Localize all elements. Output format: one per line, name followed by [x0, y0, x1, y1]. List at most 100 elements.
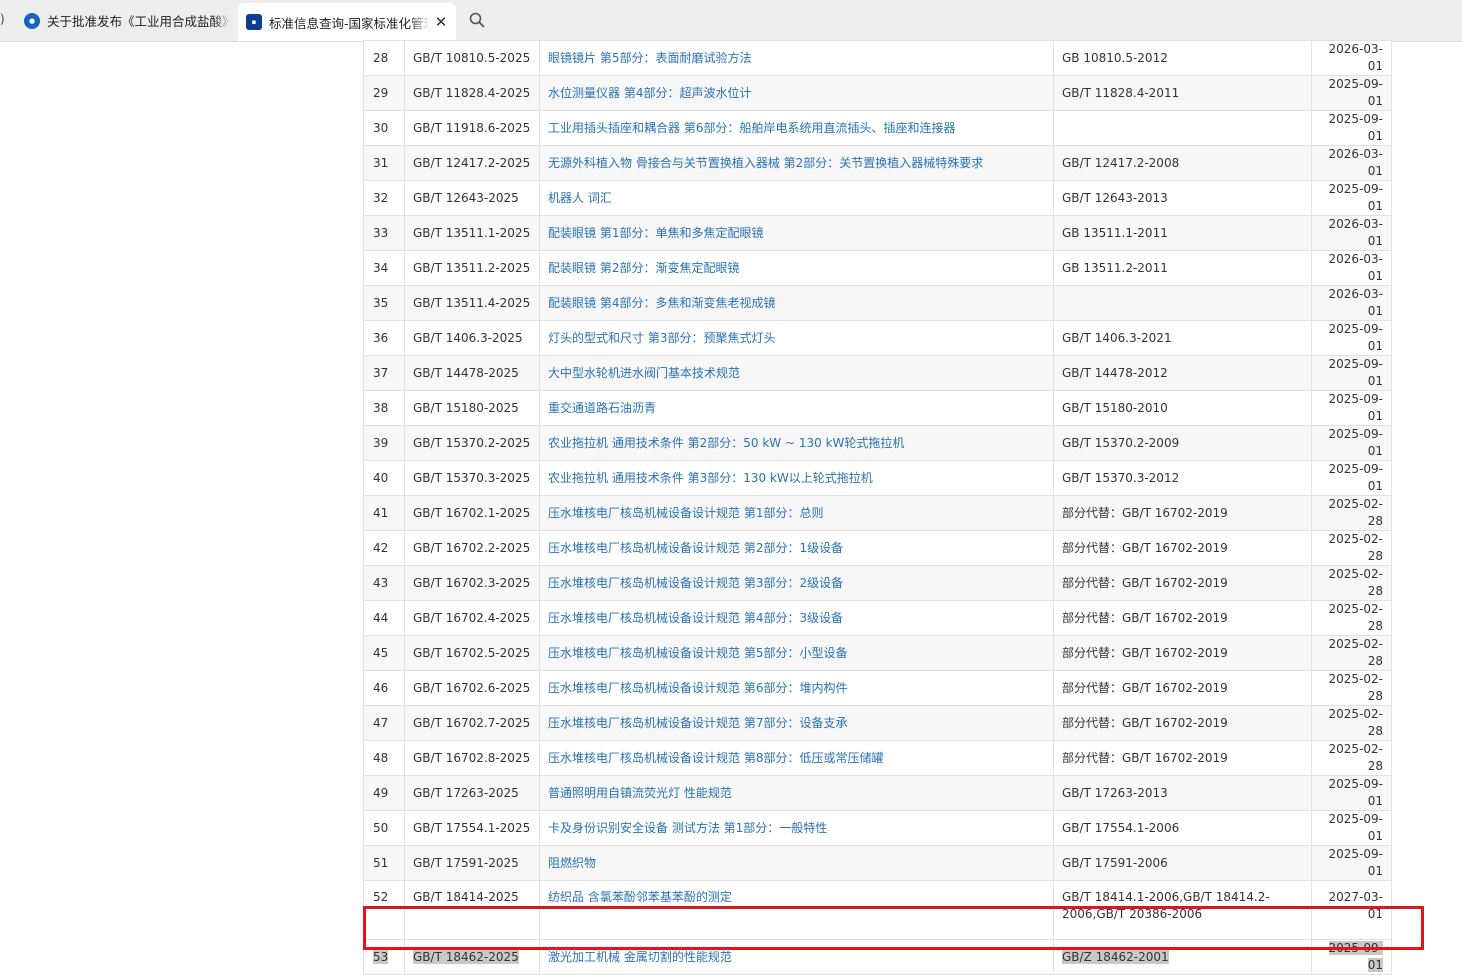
implementation-date-text: 2025-09-01	[1328, 812, 1383, 843]
standard-name-link-text[interactable]: 卡及身份识别安全设备 测试方法 第1部分：一般特性	[548, 821, 827, 835]
implementation-date-text: 2025-02-28	[1328, 497, 1383, 528]
implementation-date-text: 2025-09-01	[1328, 427, 1383, 458]
implementation-date: 2026-03-01	[1311, 250, 1392, 286]
replaced-standard-text: GB/T 12417.2-2008	[1062, 155, 1180, 170]
standard-name-link-text[interactable]: 重交通道路石油沥青	[548, 401, 656, 415]
standard-name-link-text[interactable]: 无源外科植入物 骨接合与关节置换植入器械 第2部分：关节置换植入器械特殊要求	[548, 156, 983, 170]
implementation-date: 2025-09-01	[1311, 110, 1392, 146]
row-number: 38	[363, 390, 405, 426]
row-number-text: 50	[373, 820, 389, 835]
replaced-standard: GB/T 17591-2006	[1053, 845, 1312, 881]
implementation-date: 2026-03-01	[1311, 285, 1392, 321]
standard-name-link-text[interactable]: 配装眼镜 第4部分：多焦和渐变焦老视成镜	[548, 296, 775, 310]
row-number-text: 34	[373, 260, 389, 275]
standard-code: GB/T 12643-2025	[404, 180, 540, 216]
standard-code-text: GB/T 16702.1-2025	[413, 505, 531, 520]
table-row: 35 GB/T 13511.4-2025 配装眼镜 第4部分：多焦和渐变焦老视成镜 2…	[363, 285, 1392, 321]
implementation-date: 2025-02-28	[1311, 670, 1392, 706]
search-icon[interactable]	[467, 10, 487, 30]
standard-name-link: 大中型水轮机进水阀门基本技术规范	[539, 355, 1054, 391]
implementation-date: 2026-03-01	[1311, 40, 1392, 76]
standard-name-link: 压水堆核电厂核岛机械设备设计规范 第7部分：设备支承	[539, 705, 1054, 741]
standard-code: GB/T 11828.4-2025	[404, 75, 540, 111]
table-row: 29 GB/T 11828.4-2025 水位测量仪器 第4部分：超声波水位计 GB/…	[363, 75, 1392, 111]
row-number: 34	[363, 250, 405, 286]
replaced-standard: GB/T 18414.1-2006,GB/T 18414.2-2006,GB/T…	[1053, 880, 1312, 940]
row-number-text: 48	[373, 750, 389, 765]
standard-code-text: GB/T 13511.1-2025	[413, 225, 531, 240]
standard-name-link-text[interactable]: 压水堆核电厂核岛机械设备设计规范 第4部分：3级设备	[548, 611, 843, 625]
standard-code: GB/T 18462-2025	[404, 939, 540, 975]
replaced-standard-text: GB/T 18414.1-2006,GB/T 18414.2-2006,GB/T…	[1062, 890, 1270, 921]
standard-name-link: 无源外科植入物 骨接合与关节置换植入器械 第2部分：关节置换植入器械特殊要求	[539, 145, 1054, 181]
standard-name-link-text[interactable]: 压水堆核电厂核岛机械设备设计规范 第7部分：设备支承	[548, 716, 847, 730]
tab-title: 关于批准发布《工业用合成盐酸》等	[47, 14, 232, 29]
standard-code-text: GB/T 17554.1-2025	[413, 820, 531, 835]
table-row: 46 GB/T 16702.6-2025 压水堆核电厂核岛机械设备设计规范 第6部分…	[363, 670, 1392, 706]
table-row: 40 GB/T 15370.3-2025 农业拖拉机 通用技术条件 第3部分：130…	[363, 460, 1392, 496]
previous-tab-edge[interactable]: )	[0, 12, 5, 26]
standard-name-link-text[interactable]: 压水堆核电厂核岛机械设备设计规范 第3部分：2级设备	[548, 576, 843, 590]
standard-name-link: 机器人 词汇	[539, 180, 1054, 216]
table-row: 32 GB/T 12643-2025 机器人 词汇 GB/T 12643-2013 20…	[363, 180, 1392, 216]
standard-name-link-text[interactable]: 普通照明用自镇流荧光灯 性能规范	[548, 786, 732, 800]
standard-name-link-text[interactable]: 压水堆核电厂核岛机械设备设计规范 第8部分：低压或常压储罐	[548, 751, 883, 765]
standard-name-link: 压水堆核电厂核岛机械设备设计规范 第2部分：1级设备	[539, 530, 1054, 566]
standard-name-link-text[interactable]: 眼镜镜片 第5部分：表面耐磨试验方法	[548, 51, 751, 65]
table-row: 47 GB/T 16702.7-2025 压水堆核电厂核岛机械设备设计规范 第7部分…	[363, 705, 1392, 741]
row-number-text: 44	[373, 610, 389, 625]
standard-code: GB/T 16702.1-2025	[404, 495, 540, 531]
standard-code: GB/T 11918.6-2025	[404, 110, 540, 146]
standard-name-link-text[interactable]: 配装眼镜 第2部分：渐变焦定配眼镜	[548, 261, 739, 275]
replaced-standard-text: GB/T 12643-2013	[1062, 190, 1168, 205]
standard-name-link-text[interactable]: 大中型水轮机进水阀门基本技术规范	[548, 366, 740, 380]
standard-name-link-text[interactable]: 工业用插头插座和耦合器 第6部分：船舶岸电系统用直流插头、插座和连接器	[548, 121, 955, 135]
replaced-standard-text: 部分代替：GB/T 16702-2019	[1062, 645, 1228, 660]
implementation-date-text: 2026-03-01	[1328, 252, 1383, 283]
implementation-date-text: 2026-03-01	[1328, 42, 1383, 73]
close-icon[interactable]: ✕	[430, 13, 452, 31]
replaced-standard: 部分代替：GB/T 16702-2019	[1053, 495, 1312, 531]
standard-name-link-text[interactable]: 阻燃织物	[548, 856, 596, 870]
standard-code-text: GB/T 15370.2-2025	[413, 435, 531, 450]
standard-code: GB/T 13511.2-2025	[404, 250, 540, 286]
row-number: 46	[363, 670, 405, 706]
standard-name-link-text[interactable]: 水位测量仪器 第4部分：超声波水位计	[548, 86, 751, 100]
row-number: 47	[363, 705, 405, 741]
standard-name-link: 压水堆核电厂核岛机械设备设计规范 第3部分：2级设备	[539, 565, 1054, 601]
row-number-text: 46	[373, 680, 389, 695]
implementation-date-text: 2025-09-01	[1328, 847, 1383, 878]
standard-name-link-text[interactable]: 压水堆核电厂核岛机械设备设计规范 第6部分：堆内构件	[548, 681, 847, 695]
tab-standard-announcement[interactable]: ● 关于批准发布《工业用合成盐酸》等	[16, 0, 232, 41]
standard-name-link-text[interactable]: 配装眼镜 第1部分：单焦和多焦定配眼镜	[548, 226, 763, 240]
standard-name-link-text[interactable]: 压水堆核电厂核岛机械设备设计规范 第5部分：小型设备	[548, 646, 847, 660]
standard-code-text: GB/T 14478-2025	[413, 365, 519, 380]
standard-name-link-text[interactable]: 农业拖拉机 通用技术条件 第3部分：130 kW以上轮式拖拉机	[548, 471, 873, 485]
row-number: 40	[363, 460, 405, 496]
standard-code: GB/T 12417.2-2025	[404, 145, 540, 181]
replaced-standard-text: 部分代替：GB/T 16702-2019	[1062, 750, 1228, 765]
implementation-date: 2026-03-01	[1311, 145, 1392, 181]
row-number: 32	[363, 180, 405, 216]
row-number: 31	[363, 145, 405, 181]
standard-code: GB/T 16702.3-2025	[404, 565, 540, 601]
implementation-date: 2025-09-01	[1311, 425, 1392, 461]
table-row: 31 GB/T 12417.2-2025 无源外科植入物 骨接合与关节置换植入器械 …	[363, 145, 1392, 181]
implementation-date: 2025-09-01	[1311, 390, 1392, 426]
tab-standard-query[interactable]: ▪ 标准信息查询-国家标准化管理委员会 ✕	[238, 3, 456, 41]
replaced-standard-text: 部分代替：GB/T 16702-2019	[1062, 505, 1228, 520]
standard-name-link-text[interactable]: 灯头的型式和尺寸 第3部分：预聚焦式灯头	[548, 331, 775, 345]
row-number-text: 31	[373, 155, 389, 170]
standard-name-link-text[interactable]: 激光加工机械 金属切割的性能规范	[548, 950, 732, 964]
row-number: 50	[363, 810, 405, 846]
implementation-date-text: 2025-02-28	[1328, 672, 1383, 703]
standard-name-link-text[interactable]: 机器人 词汇	[548, 191, 612, 205]
row-number: 53	[363, 939, 405, 975]
standard-name-link-text[interactable]: 压水堆核电厂核岛机械设备设计规范 第1部分：总则	[548, 506, 823, 520]
row-number-text: 36	[373, 330, 389, 345]
standard-name-link-text[interactable]: 纺织品 含氯苯酚邻苯基苯酚的测定	[548, 890, 732, 904]
table-row: 42 GB/T 16702.2-2025 压水堆核电厂核岛机械设备设计规范 第2部分…	[363, 530, 1392, 566]
standard-name-link-text[interactable]: 农业拖拉机 通用技术条件 第2部分：50 kW ~ 130 kW轮式拖拉机	[548, 436, 904, 450]
standard-name-link-text[interactable]: 压水堆核电厂核岛机械设备设计规范 第2部分：1级设备	[548, 541, 843, 555]
standard-code-text: GB/T 18462-2025	[413, 949, 519, 964]
